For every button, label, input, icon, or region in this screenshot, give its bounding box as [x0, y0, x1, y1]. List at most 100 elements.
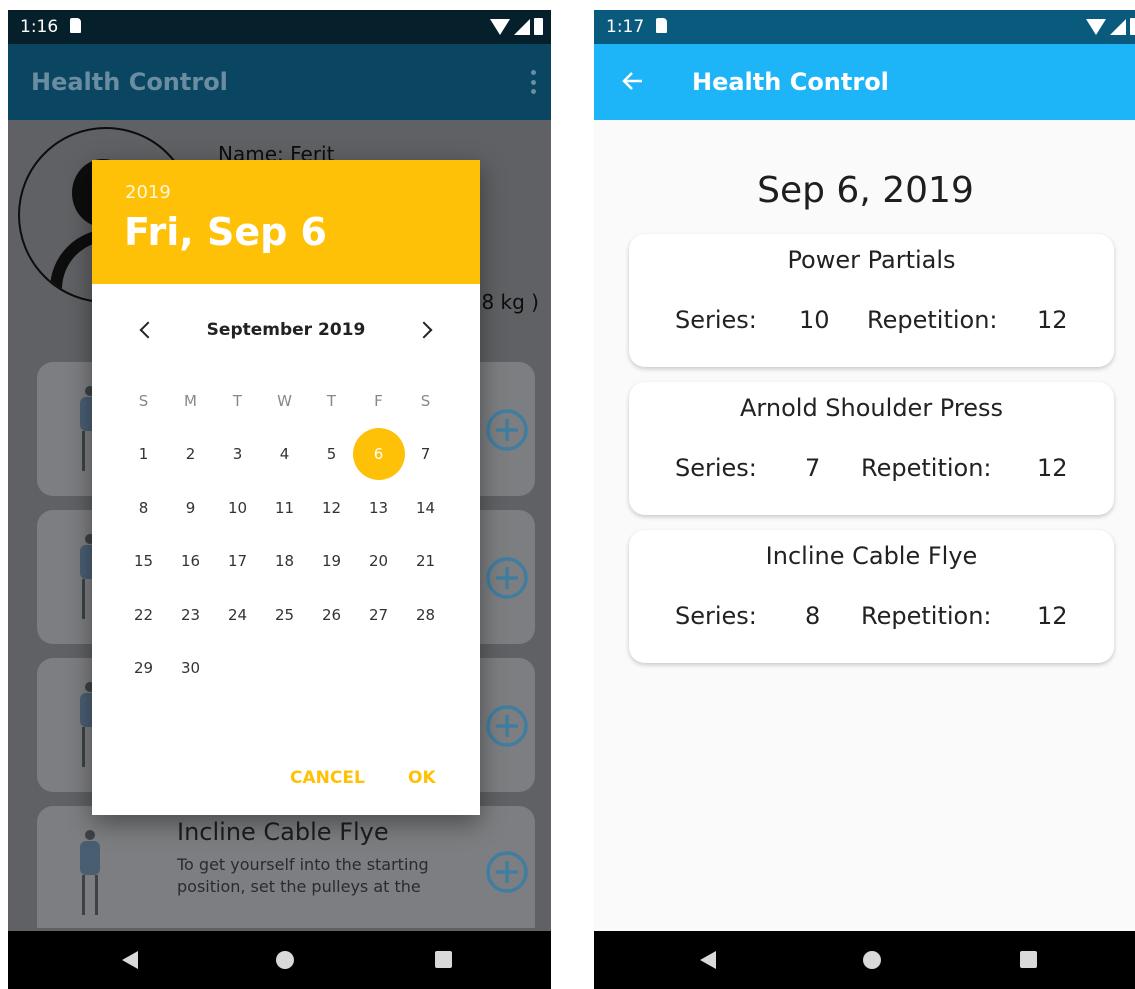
- calendar-day[interactable]: 18: [261, 535, 308, 589]
- add-exercise-icon[interactable]: [485, 850, 529, 894]
- page-title: Sep 6, 2019: [757, 170, 974, 211]
- nav-back-icon[interactable]: [122, 951, 138, 969]
- add-exercise-icon[interactable]: [485, 556, 529, 600]
- ok-button[interactable]: OK: [408, 768, 436, 788]
- app-bar: Health Control: [594, 44, 1135, 120]
- right-screen: 1:17 Health Control Sep 6, 2019 Power Pa…: [594, 10, 1135, 989]
- back-arrow-icon[interactable]: [622, 70, 644, 92]
- calendar-day[interactable]: 19: [308, 535, 355, 589]
- calendar-day-number: 15: [133, 552, 154, 571]
- nav-back-icon[interactable]: [700, 951, 716, 969]
- calendar-grid: S M T W T F S 1 2 3 4 5 6 7 8 9 10 11 12 13 14 15 16 17 18 19 20 21…: [120, 374, 450, 695]
- workout-name: Power Partials: [787, 246, 956, 274]
- calendar-day[interactable]: 4: [261, 428, 308, 482]
- nav-home-icon[interactable]: [276, 951, 294, 969]
- calendar-day[interactable]: 30: [167, 642, 214, 696]
- calendar-day[interactable]: 10: [214, 481, 261, 535]
- calendar-day-number: 10: [227, 498, 248, 517]
- calendar-day[interactable]: 8: [120, 481, 167, 535]
- repetition-label: Repetition:: [861, 602, 992, 630]
- calendar-day[interactable]: 5: [308, 428, 355, 482]
- calendar-day[interactable]: 26: [308, 588, 355, 642]
- calendar-day-number: 16: [180, 552, 201, 571]
- calendar-day[interactable]: 25: [261, 588, 308, 642]
- calendar-day-number: 27: [368, 605, 389, 624]
- series-label: Series:: [675, 602, 757, 630]
- calendar-day-number: 29: [133, 659, 154, 678]
- calendar-day[interactable]: 3: [214, 428, 261, 482]
- calendar-day[interactable]: 21: [402, 535, 449, 589]
- add-exercise-icon[interactable]: [485, 704, 529, 748]
- calendar-day-number: 6: [373, 445, 384, 464]
- calendar-day[interactable]: 14: [402, 481, 449, 535]
- cancel-button[interactable]: CANCEL: [290, 768, 365, 788]
- signal-icon: [1110, 18, 1126, 35]
- selected-year[interactable]: 2019: [125, 182, 171, 203]
- app-title: Health Control: [31, 68, 228, 96]
- calendar-day[interactable]: 29: [120, 642, 167, 696]
- calendar-day[interactable]: 2: [167, 428, 214, 482]
- calendar-day[interactable]: 20: [355, 535, 402, 589]
- nav-recent-apps-icon[interactable]: [1020, 951, 1037, 968]
- calendar-day[interactable]: 13: [355, 481, 402, 535]
- calendar-day[interactable]: 27: [355, 588, 402, 642]
- calendar-day-number: 26: [321, 605, 342, 624]
- calendar-day[interactable]: 12: [308, 481, 355, 535]
- navigation-bar: [594, 931, 1135, 989]
- calendar-day-number: 17: [227, 552, 248, 571]
- date-picker-header: 2019 Fri, Sep 6: [92, 160, 480, 284]
- muscle-figure-icon: [75, 830, 105, 916]
- calendar-day-number: 2: [185, 445, 196, 464]
- calendar-day-number: 18: [274, 552, 295, 571]
- calendar-day-number: 8: [138, 498, 149, 517]
- battery-icon: [534, 18, 543, 35]
- month-navigation: September 2019: [92, 318, 480, 348]
- calendar-day[interactable]: 23: [167, 588, 214, 642]
- calendar-day-number: 25: [274, 605, 295, 624]
- add-exercise-icon[interactable]: [485, 408, 529, 452]
- calendar-day[interactable]: 24: [214, 588, 261, 642]
- status-time: 1:16: [20, 17, 59, 37]
- calendar-week-row: 22 23 24 25 26 27 28: [120, 588, 450, 642]
- calendar-day-number: 21: [415, 552, 436, 571]
- exercise-card[interactable]: Incline Cable Flye To get yourself into …: [37, 806, 535, 928]
- status-time: 1:17: [606, 17, 645, 37]
- calendar-day[interactable]: 28: [402, 588, 449, 642]
- calendar-day[interactable]: 7: [402, 428, 449, 482]
- nav-recent-apps-icon[interactable]: [435, 951, 452, 968]
- calendar-day-number: 3: [232, 445, 243, 464]
- calendar-day-number: 19: [321, 552, 342, 571]
- calendar-day[interactable]: 6: [352, 428, 405, 482]
- series-value: 10: [799, 306, 830, 334]
- status-icons: [490, 18, 543, 35]
- calendar-day-number: 5: [326, 445, 337, 464]
- calendar-day[interactable]: 1: [120, 428, 167, 482]
- repetition-label: Repetition:: [861, 454, 992, 482]
- repetition-label: Repetition:: [867, 306, 998, 334]
- wifi-icon: [1086, 18, 1106, 35]
- nav-home-icon[interactable]: [863, 951, 881, 969]
- series-label: Series:: [675, 306, 757, 334]
- overflow-menu-icon[interactable]: [531, 70, 537, 94]
- calendar-day-number: 13: [368, 498, 389, 517]
- weekday-label: S: [138, 391, 149, 410]
- calendar-day[interactable]: 9: [167, 481, 214, 535]
- calendar-day[interactable]: 22: [120, 588, 167, 642]
- calendar-day[interactable]: 17: [214, 535, 261, 589]
- weekday-label: W: [277, 391, 292, 410]
- calendar-day[interactable]: 11: [261, 481, 308, 535]
- weekday-label: T: [232, 391, 243, 410]
- workout-card[interactable]: Power Partials Series: 10 Repetition: 12: [629, 234, 1114, 367]
- profile-weight: .8 kg ): [475, 290, 539, 314]
- calendar-week-row: 1 2 3 4 5 6 7: [120, 428, 450, 482]
- left-screen: 1:16 Health Control Name: Ferit .8 kg ) …: [8, 10, 551, 989]
- calendar-day-number: 14: [415, 498, 436, 517]
- calendar-day[interactable]: 15: [120, 535, 167, 589]
- weekday-header-row: SMTWTFS: [120, 374, 450, 428]
- status-bar: 1:17: [594, 10, 1135, 44]
- workout-card[interactable]: Incline Cable Flye Series: 8 Repetition: 12: [629, 530, 1114, 663]
- repetition-value: 12: [1037, 306, 1068, 334]
- calendar-day[interactable]: 16: [167, 535, 214, 589]
- calendar-day-number: 23: [180, 605, 201, 624]
- workout-card[interactable]: Arnold Shoulder Press Series: 7 Repetition:…: [629, 382, 1114, 515]
